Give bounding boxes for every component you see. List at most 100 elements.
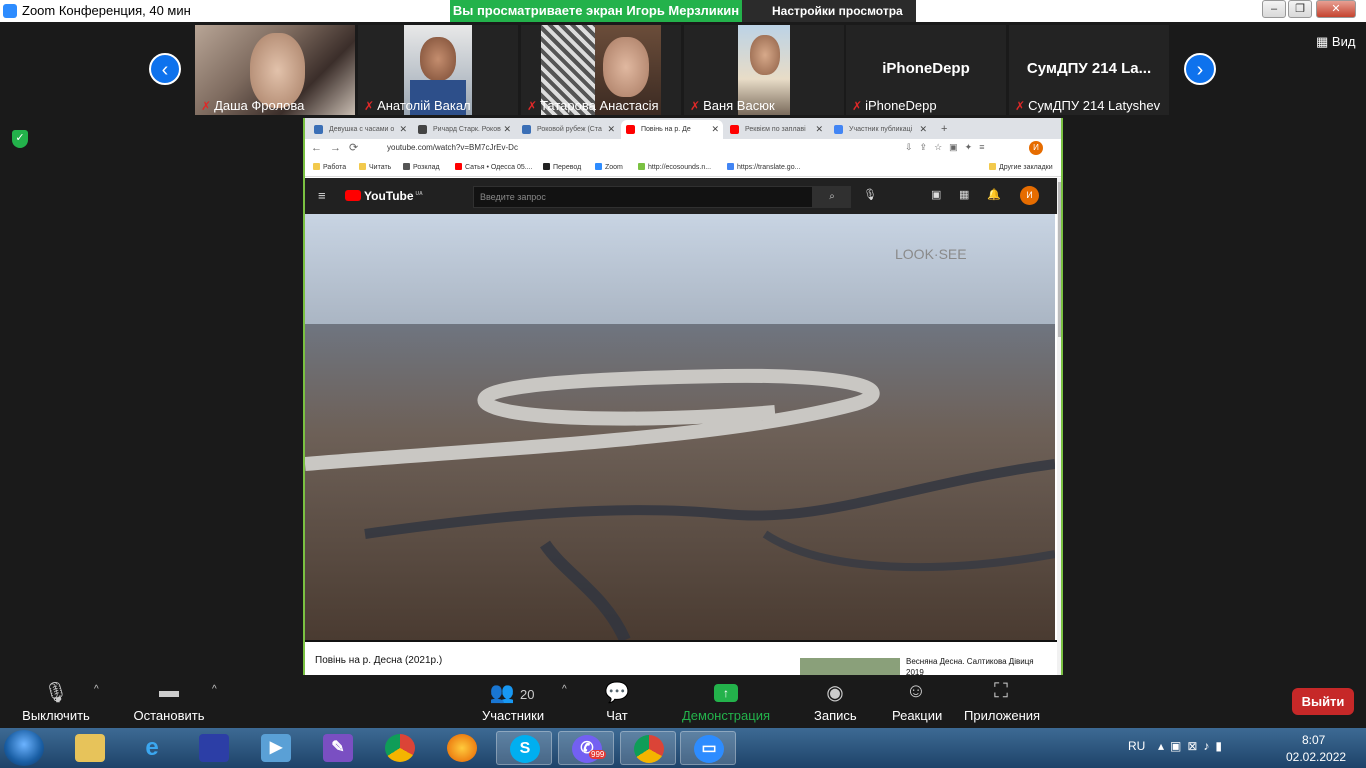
bookmark-item[interactable]: Zoom xyxy=(595,163,623,171)
mic-muted-icon: ✗ xyxy=(364,99,375,113)
participant-big-name: СумДПУ 214 La... xyxy=(1026,60,1152,77)
skype-taskbar-icon[interactable]: S xyxy=(496,731,552,765)
view-settings-dropdown[interactable]: Настройки просмотра ⌄ xyxy=(742,0,916,40)
minimize-button[interactable]: – xyxy=(1262,0,1286,18)
related-video-thumbnail[interactable] xyxy=(800,658,900,675)
internet-explorer-taskbar-icon[interactable]: e xyxy=(124,731,180,765)
related-video-title[interactable]: Весняна Десна. Салтикова Дівиця 2019 xyxy=(906,656,1036,675)
close-tab-icon[interactable]: ✕ xyxy=(399,120,407,139)
video-progress-bar[interactable] xyxy=(305,640,1057,642)
bookmark-item[interactable]: Сатья • Одесса 05.... xyxy=(455,163,533,171)
browser-nav-icons[interactable]: ←→⟳ xyxy=(311,141,366,154)
bookmark-item[interactable]: Читать xyxy=(359,163,391,171)
microphone-icon[interactable]: 🎙 xyxy=(863,188,877,201)
youtube-header: ≡ YouTube UA Введите запрос ⌕ 🎙 ▣ ▦ 🔔 И xyxy=(305,178,1057,214)
youtube-avatar[interactable]: И xyxy=(1020,186,1039,205)
bookmark-item[interactable]: Перевод xyxy=(543,163,581,171)
hamburger-menu-icon[interactable]: ≡ xyxy=(318,188,326,203)
start-button-icon[interactable] xyxy=(4,730,44,766)
url-field[interactable]: youtube.com/watch?v=BM7cJrEv-Dc xyxy=(387,143,518,152)
participant-big-name: iPhoneDepp xyxy=(882,60,970,77)
clock-time[interactable]: 8:07 xyxy=(1302,733,1325,747)
youtube-search-input[interactable]: Введите запрос xyxy=(473,186,813,208)
security-shield-icon[interactable]: ✓ xyxy=(12,130,28,148)
explorer-taskbar-icon[interactable] xyxy=(62,731,118,765)
gallery-next-button[interactable]: › xyxy=(1184,53,1216,85)
participants-button[interactable]: 👥 20 Участники xyxy=(482,680,544,723)
participant-name-label: ✗ Анатолій Вакал xyxy=(364,98,471,113)
browser-tab[interactable]: Реквієм по заплаві ✕ xyxy=(725,120,827,139)
create-video-icon[interactable]: ▣ xyxy=(931,188,941,201)
audio-options-chevron-icon[interactable]: ^ xyxy=(94,684,99,695)
close-window-button[interactable]: ✕ xyxy=(1316,0,1356,18)
page-scrollbar[interactable] xyxy=(1057,178,1061,675)
save-disk-taskbar-icon[interactable] xyxy=(186,731,242,765)
chrome-open-taskbar-icon[interactable] xyxy=(620,731,676,765)
participant-name-label: ✗ Даша Фролова xyxy=(201,98,305,113)
bookmark-item[interactable]: Работа xyxy=(313,163,346,171)
view-label: Вид xyxy=(1331,34,1356,49)
bookmarks-bar: Работа Читать Розклад Сатья • Одесса 05.… xyxy=(305,159,1061,177)
other-bookmarks[interactable]: Другие закладки xyxy=(989,163,1053,171)
close-tab-icon[interactable]: ✕ xyxy=(607,120,615,139)
close-tab-icon[interactable]: ✕ xyxy=(503,120,511,139)
gallery-prev-button[interactable]: ‹ xyxy=(149,53,181,85)
participant-tile[interactable]: ✗ Даша Фролова xyxy=(195,25,355,115)
video-frame-landscape: LOOK·SEE xyxy=(305,214,1055,640)
apps-grid-icon[interactable]: ▦ xyxy=(959,188,969,201)
zoom-taskbar-icon[interactable]: ▭ xyxy=(680,731,736,765)
participant-tile[interactable]: ✗ Анатолій Вакал xyxy=(358,25,518,115)
bookmark-item[interactable]: Розклад xyxy=(403,163,440,171)
firefox-taskbar-icon[interactable] xyxy=(434,731,490,765)
mic-muted-icon: ✗ xyxy=(201,99,212,113)
notifications-bell-icon[interactable]: 🔔 xyxy=(987,188,1001,201)
reactions-button[interactable]: ☺ Реакции xyxy=(892,680,942,723)
bookmark-item[interactable]: http://ecosounds.n... xyxy=(638,163,711,171)
system-tray-icons[interactable]: ▴▣⊠♪▮ xyxy=(1158,739,1228,753)
browser-tab[interactable]: Девушка с часами о ✕ xyxy=(309,120,411,139)
close-tab-icon[interactable]: ✕ xyxy=(815,120,823,139)
viber-taskbar-icon[interactable]: ✆ 999 xyxy=(558,731,614,765)
tab-favicon xyxy=(834,125,843,134)
pen-app-taskbar-icon[interactable]: ✎ xyxy=(310,731,366,765)
browser-tab[interactable]: Ричард Старк. Роков ✕ xyxy=(413,120,515,139)
scrollbar-thumb[interactable] xyxy=(1058,182,1061,337)
participant-tile[interactable]: ✗ Татарова Анастасія xyxy=(521,25,681,115)
language-indicator[interactable]: RU xyxy=(1128,739,1145,753)
participant-tile[interactable]: ✗ Ваня Васюк xyxy=(684,25,844,115)
participant-name-label: ✗ СумДПУ 214 Latyshev xyxy=(1015,98,1161,113)
leave-meeting-button[interactable]: Выйти xyxy=(1292,688,1354,715)
media-player-taskbar-icon[interactable]: ▶ xyxy=(248,731,304,765)
maximize-button[interactable]: ❐ xyxy=(1288,0,1312,18)
record-icon: ◉ xyxy=(826,682,844,704)
close-tab-icon[interactable]: ✕ xyxy=(711,120,719,139)
mic-muted-icon: ✗ xyxy=(527,99,538,113)
search-icon[interactable]: ⌕ xyxy=(813,186,851,208)
browser-tab-active[interactable]: Повінь на р. Де ✕ xyxy=(621,120,723,139)
mic-muted-icon: ✗ xyxy=(852,99,863,113)
participants-chevron-icon[interactable]: ^ xyxy=(562,684,567,695)
close-tab-icon[interactable]: ✕ xyxy=(919,120,927,139)
microphone-icon: 🎙 xyxy=(43,682,69,704)
clock-date[interactable]: 02.02.2022 xyxy=(1286,750,1346,764)
participant-tile[interactable]: iPhoneDepp ✗ iPhoneDepp xyxy=(846,25,1006,115)
participant-face xyxy=(420,37,456,81)
browser-toolbar-icons[interactable]: ⇩⇪☆▣✦≡ xyxy=(905,142,991,153)
video-player[interactable]: LOOK·SEE xyxy=(305,214,1055,640)
record-button[interactable]: ◉ Запись xyxy=(814,680,857,723)
apps-icon: ⛶ xyxy=(994,680,1008,702)
browser-profile-avatar[interactable]: И xyxy=(1029,141,1043,155)
browser-tab[interactable]: Участник публикаці ✕ xyxy=(829,120,931,139)
share-screen-icon: ↑ xyxy=(664,680,788,704)
youtube-logo[interactable]: YouTube UA xyxy=(345,189,423,203)
new-tab-button[interactable]: + xyxy=(937,120,957,139)
chat-button[interactable]: 💬 Чат xyxy=(602,680,632,723)
participant-tile[interactable]: СумДПУ 214 La... ✗ СумДПУ 214 Latyshev xyxy=(1009,25,1169,115)
chrome-taskbar-icon[interactable] xyxy=(372,731,428,765)
browser-tab[interactable]: Роковой рубеж (Ста ✕ xyxy=(517,120,619,139)
bookmark-item[interactable]: https://translate.go... xyxy=(727,163,800,171)
browser-address-bar: ←→⟳ youtube.com/watch?v=BM7cJrEv-Dc ⇩⇪☆▣… xyxy=(305,139,1061,159)
view-toggle-button[interactable]: ▦ Вид xyxy=(1316,34,1355,50)
apps-button[interactable]: ⛶ Приложения xyxy=(964,680,1040,723)
video-options-chevron-icon[interactable]: ^ xyxy=(212,684,217,695)
